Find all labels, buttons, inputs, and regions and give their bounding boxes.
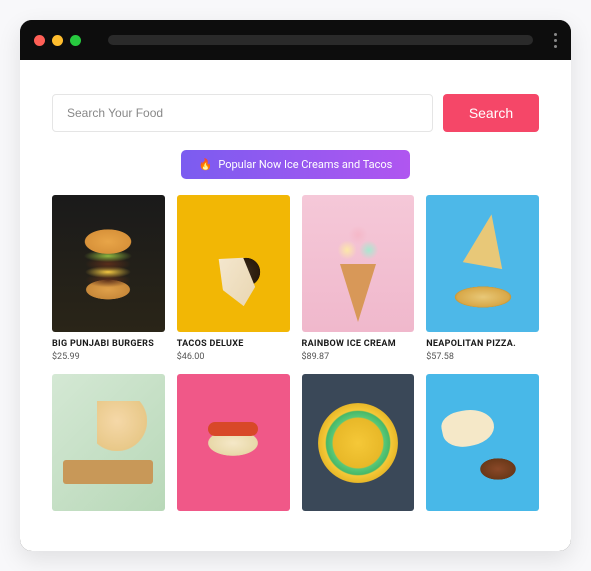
product-title: RAINBOW ICE CREAM — [302, 339, 415, 349]
product-card[interactable]: RAINBOW ICE CREAM $89.87 — [302, 195, 415, 362]
product-price: $46.00 — [177, 352, 290, 362]
fire-icon: 🔥 — [199, 158, 213, 171]
banner-text: Popular Now Ice Creams and Tacos — [218, 158, 392, 171]
product-grid: BIG PUNJABI BURGERS $25.99 TACOS DELUXE … — [52, 195, 539, 511]
search-row: Search — [52, 94, 539, 132]
product-image — [177, 195, 290, 332]
product-card[interactable] — [426, 374, 539, 511]
product-image — [426, 195, 539, 332]
product-card[interactable] — [177, 374, 290, 511]
product-image — [426, 374, 539, 511]
search-input[interactable] — [52, 94, 433, 132]
product-title: BIG PUNJABI BURGERS — [52, 339, 165, 349]
browser-window: Search 🔥 Popular Now Ice Creams and Taco… — [20, 20, 571, 551]
product-card[interactable] — [302, 374, 415, 511]
product-image — [302, 374, 415, 511]
product-meta: RAINBOW ICE CREAM $89.87 — [302, 332, 415, 362]
search-button[interactable]: Search — [443, 94, 539, 132]
product-meta: BIG PUNJABI BURGERS $25.99 — [52, 332, 165, 362]
browser-titlebar — [20, 20, 571, 60]
product-image — [52, 195, 165, 332]
product-price: $57.58 — [426, 352, 539, 362]
product-card[interactable]: NEAPOLITAN PIZZA. $57.58 — [426, 195, 539, 362]
minimize-window-icon[interactable] — [52, 35, 63, 46]
product-price: $89.87 — [302, 352, 415, 362]
product-card[interactable]: TACOS DELUXE $46.00 — [177, 195, 290, 362]
product-card[interactable]: BIG PUNJABI BURGERS $25.99 — [52, 195, 165, 362]
popular-now-banner[interactable]: 🔥 Popular Now Ice Creams and Tacos — [181, 150, 411, 179]
maximize-window-icon[interactable] — [70, 35, 81, 46]
product-card[interactable] — [52, 374, 165, 511]
product-meta: NEAPOLITAN PIZZA. $57.58 — [426, 332, 539, 362]
url-bar[interactable] — [108, 35, 533, 45]
product-image — [302, 195, 415, 332]
close-window-icon[interactable] — [34, 35, 45, 46]
product-meta: TACOS DELUXE $46.00 — [177, 332, 290, 362]
product-image — [177, 374, 290, 511]
product-price: $25.99 — [52, 352, 165, 362]
page-content: Search 🔥 Popular Now Ice Creams and Taco… — [20, 60, 571, 551]
banner-wrap: 🔥 Popular Now Ice Creams and Tacos — [52, 150, 539, 179]
product-title: TACOS DELUXE — [177, 339, 290, 349]
product-image — [52, 374, 165, 511]
product-title: NEAPOLITAN PIZZA. — [426, 339, 539, 349]
browser-menu-icon[interactable] — [554, 33, 557, 48]
